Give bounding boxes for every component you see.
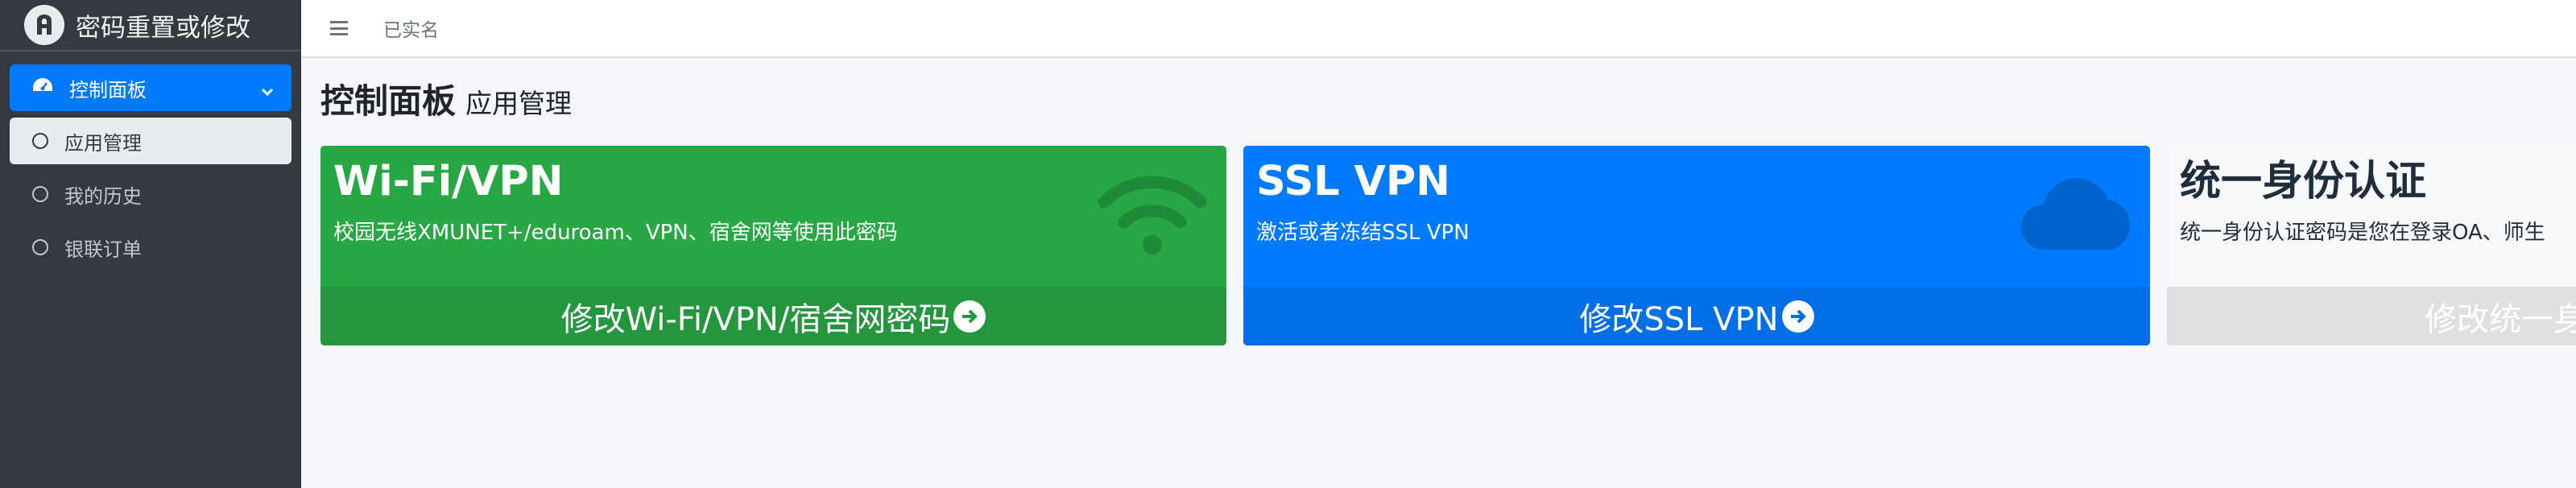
change-unified-identity-password-button[interactable]: 修改统一身 xyxy=(2167,287,2576,345)
brand[interactable]: 密码重置或修改 xyxy=(0,0,301,52)
cloud-icon xyxy=(2020,173,2132,257)
sidebar-item-label: 控制面板 xyxy=(69,78,147,101)
circle-icon xyxy=(32,133,48,149)
card-body: Wi-Fi/VPN 校园无线XMUNET+/eduroam、VPN、宿舍网等使用… xyxy=(320,146,1226,287)
wifi-vpn-card: Wi-Fi/VPN 校园无线XMUNET+/eduroam、VPN、宿舍网等使用… xyxy=(320,146,1226,345)
wifi-icon xyxy=(1096,170,1209,262)
card-body: 统一身份认证 统一身份认证密码是您在登录OA、师生 xyxy=(2167,146,2576,287)
sidebar-nav: 控制面板 应用管理 我的历史 银联订单 xyxy=(0,52,301,271)
arrow-circle-right-icon xyxy=(953,300,986,333)
user-badge-icon xyxy=(24,5,64,45)
brand-title: 密码重置或修改 xyxy=(76,13,250,43)
content-header: 控制面板 应用管理 xyxy=(320,74,572,123)
sidebar-item-label: 应用管理 xyxy=(64,131,142,155)
sidebar-item-app-management[interactable]: 应用管理 xyxy=(10,118,292,164)
chevron-down-icon[interactable] xyxy=(261,79,274,101)
sidebar-item-dashboard[interactable]: 控制面板 xyxy=(10,64,292,111)
sidebar: 密码重置或修改 控制面板 应用管理 我的历史 银联订单 xyxy=(0,0,301,488)
card-action-label: 修改Wi-Fi/VPN/宿舍网密码 xyxy=(560,300,951,338)
card-title: 统一身份认证 xyxy=(2180,158,2427,205)
card-action-label: 修改统一身 xyxy=(2425,300,2576,338)
dashboard-icon xyxy=(32,77,53,99)
change-ssl-vpn-button[interactable]: 修改SSL VPN xyxy=(1243,287,2150,345)
page-subtitle: 应用管理 xyxy=(465,88,573,119)
verification-status[interactable]: 已实名 xyxy=(383,14,439,42)
arrow-circle-right-icon xyxy=(1781,300,1814,333)
card-title: Wi-Fi/VPN xyxy=(333,158,564,205)
page-title: 控制面板 xyxy=(320,81,457,121)
unified-identity-card: 统一身份认证 统一身份认证密码是您在登录OA、师生 修改统一身 xyxy=(2167,146,2576,345)
card-body: SSL VPN 激活或者冻结SSL VPN xyxy=(1243,146,2150,287)
ssl-vpn-card: SSL VPN 激活或者冻结SSL VPN 修改SSL VPN xyxy=(1243,146,2150,345)
sidebar-item-unionpay-orders[interactable]: 银联订单 xyxy=(10,224,292,271)
sidebar-item-my-history[interactable]: 我的历史 xyxy=(10,171,292,217)
top-navbar: 已实名 xyxy=(301,0,2576,58)
card-action-label: 修改SSL VPN xyxy=(1579,300,1779,338)
card-description: 激活或者冻结SSL VPN xyxy=(1256,221,1470,246)
card-description: 校园无线XMUNET+/eduroam、VPN、宿舍网等使用此密码 xyxy=(333,221,898,246)
change-wifi-vpn-password-button[interactable]: 修改Wi-Fi/VPN/宿舍网密码 xyxy=(320,287,1226,345)
circle-icon xyxy=(32,186,48,202)
sidebar-item-label: 我的历史 xyxy=(64,184,142,208)
card-title: SSL VPN xyxy=(1256,158,1450,205)
circle-icon xyxy=(32,239,48,255)
hamburger-icon[interactable] xyxy=(330,21,348,35)
card-description: 统一身份认证密码是您在登录OA、师生 xyxy=(2180,221,2545,246)
sidebar-item-label: 银联订单 xyxy=(64,238,142,261)
